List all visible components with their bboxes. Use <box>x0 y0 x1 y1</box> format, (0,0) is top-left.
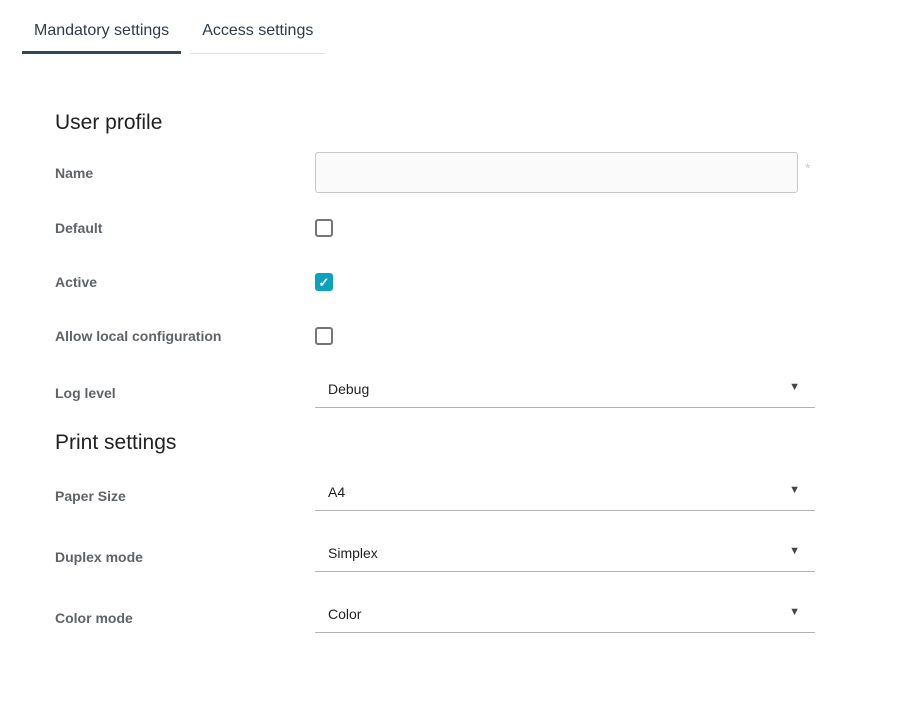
allow-local-configuration-row: Allow local configuration <box>55 327 815 345</box>
duplex-mode-row: Duplex mode Simplex ▼ <box>55 541 815 572</box>
active-checkbox[interactable]: ✓ <box>315 273 333 291</box>
allow-local-configuration-label: Allow local configuration <box>55 327 315 345</box>
settings-form: User profile Name * Default Active ✓ All… <box>55 111 815 633</box>
log-level-label: Log level <box>55 384 315 402</box>
required-asterisk: * <box>805 160 810 176</box>
paper-size-row: Paper Size A4 ▼ <box>55 480 815 511</box>
chevron-down-icon: ▼ <box>789 382 800 393</box>
duplex-mode-select[interactable]: Simplex ▼ <box>315 541 815 572</box>
duplex-mode-label: Duplex mode <box>55 548 315 566</box>
chevron-down-icon: ▼ <box>789 546 800 557</box>
name-row: Name * <box>55 152 815 193</box>
chevron-down-icon: ▼ <box>789 485 800 496</box>
tab-bar: Mandatory settings Access settings <box>0 0 903 54</box>
name-input-wrap: * <box>315 152 810 193</box>
tab-mandatory-settings[interactable]: Mandatory settings <box>22 12 181 54</box>
check-icon: ✓ <box>319 276 330 289</box>
color-mode-value: Color <box>328 604 815 624</box>
log-level-value: Debug <box>328 379 815 399</box>
name-input[interactable] <box>315 152 798 193</box>
default-label: Default <box>55 219 315 237</box>
tab-access-settings[interactable]: Access settings <box>190 12 325 54</box>
default-row: Default <box>55 219 815 237</box>
allow-local-configuration-checkbox[interactable] <box>315 327 333 345</box>
color-mode-row: Color mode Color ▼ <box>55 602 815 633</box>
default-checkbox[interactable] <box>315 219 333 237</box>
paper-size-label: Paper Size <box>55 487 315 505</box>
duplex-mode-value: Simplex <box>328 543 815 563</box>
color-mode-select[interactable]: Color ▼ <box>315 602 815 633</box>
log-level-row: Log level Debug ▼ <box>55 377 815 408</box>
color-mode-label: Color mode <box>55 609 315 627</box>
paper-size-value: A4 <box>328 482 815 502</box>
section-title-user-profile: User profile <box>55 111 815 135</box>
section-title-print-settings: Print settings <box>55 431 815 455</box>
name-label: Name <box>55 164 315 182</box>
chevron-down-icon: ▼ <box>789 607 800 618</box>
paper-size-select[interactable]: A4 ▼ <box>315 480 815 511</box>
log-level-select[interactable]: Debug ▼ <box>315 377 815 408</box>
active-label: Active <box>55 273 315 291</box>
active-row: Active ✓ <box>55 273 815 291</box>
